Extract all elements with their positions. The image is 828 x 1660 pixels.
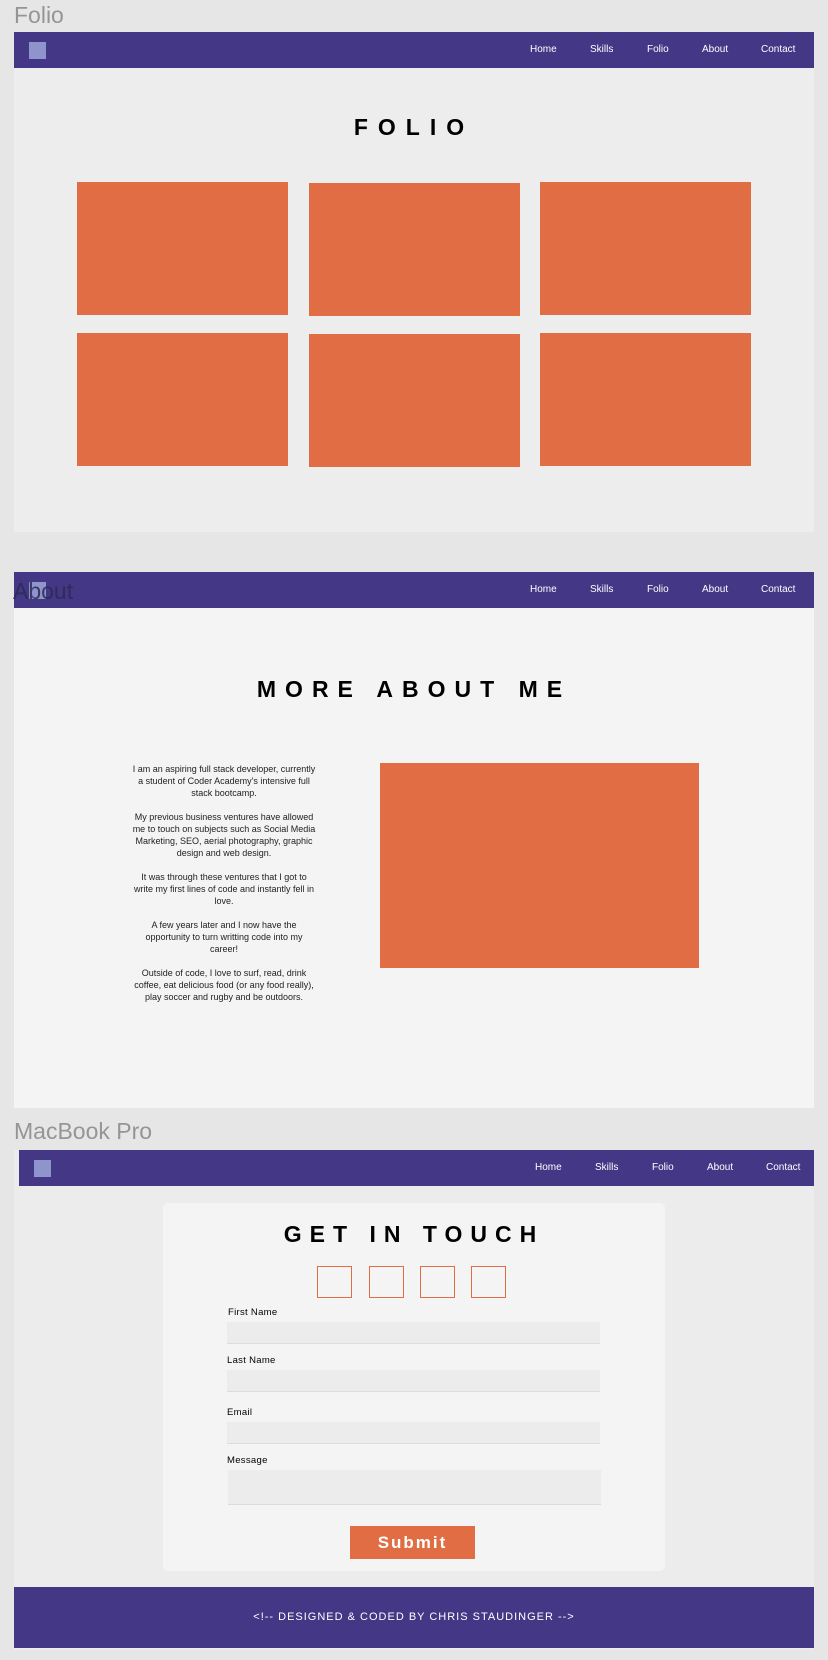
folio-frame: Home Skills Folio About Contact FOLIO [14,32,814,532]
last-name-field[interactable] [227,1370,600,1392]
contact-frame: Home Skills Folio About Contact GET IN T… [14,1150,814,1650]
page-title: GET IN TOUCH [283,1221,545,1247]
about-paragraph: I am an aspiring full stack developer, c… [132,764,316,798]
portfolio-tile[interactable] [540,182,751,315]
portfolio-tile[interactable] [77,182,288,315]
about-paragraph: A few years later and I now have the opp… [145,920,303,954]
about-paragraph: My previous business ventures have allow… [132,812,316,858]
social-icon-2[interactable] [369,1266,404,1298]
nav-skills[interactable]: Skills [595,1150,618,1186]
frame-label-about: About [13,578,74,604]
nav-contact[interactable]: Contact [766,1150,800,1186]
email-label: Email [227,1407,253,1418]
last-name-label: Last Name [227,1355,276,1366]
first-name-field[interactable] [227,1322,600,1344]
navbar: Home Skills Folio About Contact [14,572,814,608]
nav-about[interactable]: About [702,572,728,608]
frame-label-folio: Folio [14,2,64,28]
frame-label-macbook: MacBook Pro [14,1118,153,1144]
social-icon-4[interactable] [471,1266,506,1298]
portfolio-tile[interactable] [309,334,520,467]
page-title: FOLIO [353,114,475,140]
about-frame: Home Skills Folio About Contact MORE ABO… [14,572,814,1108]
about-paragraph: It was through these ventures that I got… [133,872,315,906]
navbar: Home Skills Folio About Contact [19,1150,814,1186]
nav-about[interactable]: About [702,32,728,68]
nav-skills[interactable]: Skills [590,572,613,608]
portfolio-tile[interactable] [540,333,751,466]
nav-about[interactable]: About [707,1150,733,1186]
logo-icon[interactable] [29,42,46,59]
page-title: MORE ABOUT ME [256,676,572,702]
social-icon-3[interactable] [420,1266,455,1298]
footer: <!-- DESIGNED & CODED BY CHRIS STAUDINGE… [14,1587,814,1648]
navbar: Home Skills Folio About Contact [14,32,814,68]
nav-contact[interactable]: Contact [761,32,795,68]
nav-folio[interactable]: Folio [647,32,669,68]
nav-home[interactable]: Home [530,572,557,608]
contact-card: GET IN TOUCH First Name Last Name Email … [163,1203,665,1571]
email-field[interactable] [227,1422,600,1444]
portfolio-tile[interactable] [309,183,520,316]
social-icon-1[interactable] [317,1266,352,1298]
message-label: Message [227,1455,268,1466]
nav-folio[interactable]: Folio [647,572,669,608]
nav-skills[interactable]: Skills [590,32,613,68]
nav-folio[interactable]: Folio [652,1150,674,1186]
submit-button[interactable]: Submit [350,1526,475,1559]
first-name-label: First Name [228,1307,278,1318]
nav-home[interactable]: Home [530,32,557,68]
nav-contact[interactable]: Contact [761,572,795,608]
about-paragraph: Outside of code, I love to surf, read, d… [134,968,314,1002]
about-text: I am an aspiring full stack developer, c… [132,763,316,1015]
about-image [380,763,699,968]
portfolio-tile[interactable] [77,333,288,466]
nav-home[interactable]: Home [535,1150,562,1186]
logo-icon[interactable] [34,1160,51,1177]
message-field[interactable] [228,1470,601,1505]
